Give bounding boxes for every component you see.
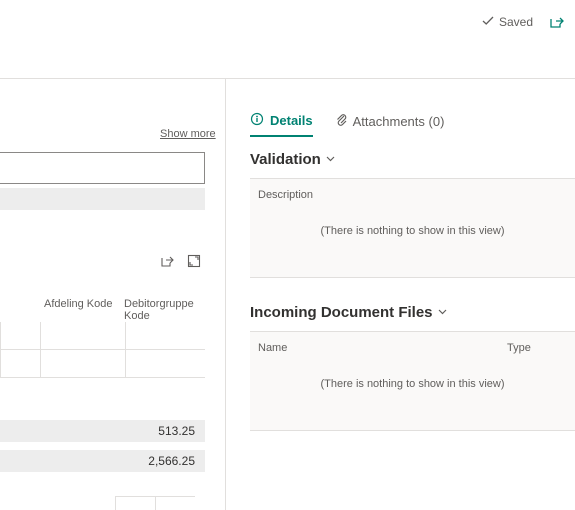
total-row: 2,566.25 [0,450,205,472]
empty-message: (There is nothing to show in this view) [258,378,567,390]
column-header[interactable]: Name [258,342,507,354]
show-more-link[interactable]: Show more [160,128,216,140]
attachment-icon [335,113,347,130]
info-icon [250,112,264,129]
section-title-text: Validation [250,151,321,168]
table-row[interactable] [0,350,205,378]
detail-panel: Details Attachments (0) Validation Descr… [250,112,575,510]
vertical-divider [225,78,226,510]
total-row: 513.25 [0,420,205,442]
grid-rows [0,322,205,378]
validation-list: Description (There is nothing to show in… [250,178,575,278]
files-list: Name Type (There is nothing to show in t… [250,331,575,431]
row-actions [160,254,201,268]
saved-label: Saved [499,15,533,29]
tab-attachments[interactable]: Attachments (0) [335,113,445,136]
section-title-text: Incoming Document Files [250,304,433,321]
check-icon [482,15,494,30]
saved-status: Saved [482,15,533,30]
tab-details[interactable]: Details [250,112,313,137]
tab-label: Details [270,113,313,128]
text-input[interactable] [0,152,205,184]
column-header[interactable]: Afdeling Kode [40,296,120,324]
top-bar: Saved [0,0,575,44]
tab-label: Attachments (0) [353,114,445,129]
table-row[interactable] [0,322,205,350]
column-header[interactable]: Debitorgruppe Kode [120,296,205,324]
grid-column-headers: ssigned Afdeling Kode Debitorgruppe Kode [0,296,205,324]
empty-message: (There is nothing to show in this view) [258,225,567,237]
chevron-down-icon [325,151,336,168]
share-icon[interactable] [549,15,565,29]
readonly-field [0,188,205,210]
footer-cells [115,496,195,510]
section-files-header[interactable]: Incoming Document Files [250,304,575,321]
divider [0,78,575,79]
share-row-icon[interactable] [160,254,175,268]
expand-row-icon[interactable] [187,254,201,268]
totals: 513.25 2,566.25 [0,420,205,472]
column-header[interactable]: Type [507,342,567,354]
tab-bar: Details Attachments (0) [250,112,575,137]
column-header[interactable]: Description [258,189,313,201]
section-validation-header[interactable]: Validation [250,151,575,168]
chevron-down-icon [437,304,448,321]
